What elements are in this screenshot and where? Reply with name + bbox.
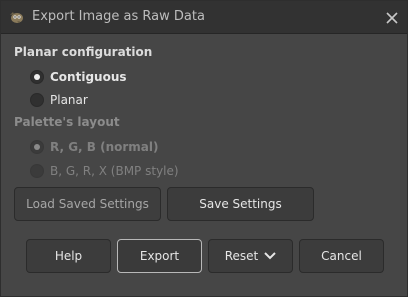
radio-label: Contiguous — [50, 70, 127, 84]
help-button[interactable]: Help — [26, 239, 111, 273]
close-icon — [386, 12, 398, 24]
radio-label: R, G, B (normal) — [50, 140, 159, 154]
export-raw-dialog: Export Image as Raw Data Planar configur… — [0, 0, 408, 297]
radio-button-checked[interactable] — [30, 70, 44, 84]
chevron-down-icon — [264, 252, 276, 260]
radio-button-checked — [30, 140, 44, 154]
radio-label: Planar — [50, 93, 88, 107]
title-bar: Export Image as Raw Data — [1, 1, 407, 34]
gimp-icon — [10, 12, 23, 23]
export-button[interactable]: Export — [117, 239, 202, 273]
reset-label: Reset — [224, 249, 259, 263]
load-saved-settings-button[interactable]: Load Saved Settings — [14, 187, 161, 221]
window-title: Export Image as Raw Data — [32, 9, 205, 24]
reset-button[interactable]: Reset — [208, 239, 293, 273]
cancel-button[interactable]: Cancel — [299, 239, 384, 273]
radio-button — [30, 164, 44, 178]
palette-layout-heading: Palette's layout — [14, 115, 120, 129]
save-settings-button[interactable]: Save Settings — [167, 187, 314, 221]
close-button[interactable] — [381, 7, 403, 29]
planar-configuration-heading: Planar configuration — [14, 45, 153, 59]
radio-button[interactable] — [30, 93, 44, 107]
radio-label: B, G, R, X (BMP style) — [50, 164, 179, 178]
